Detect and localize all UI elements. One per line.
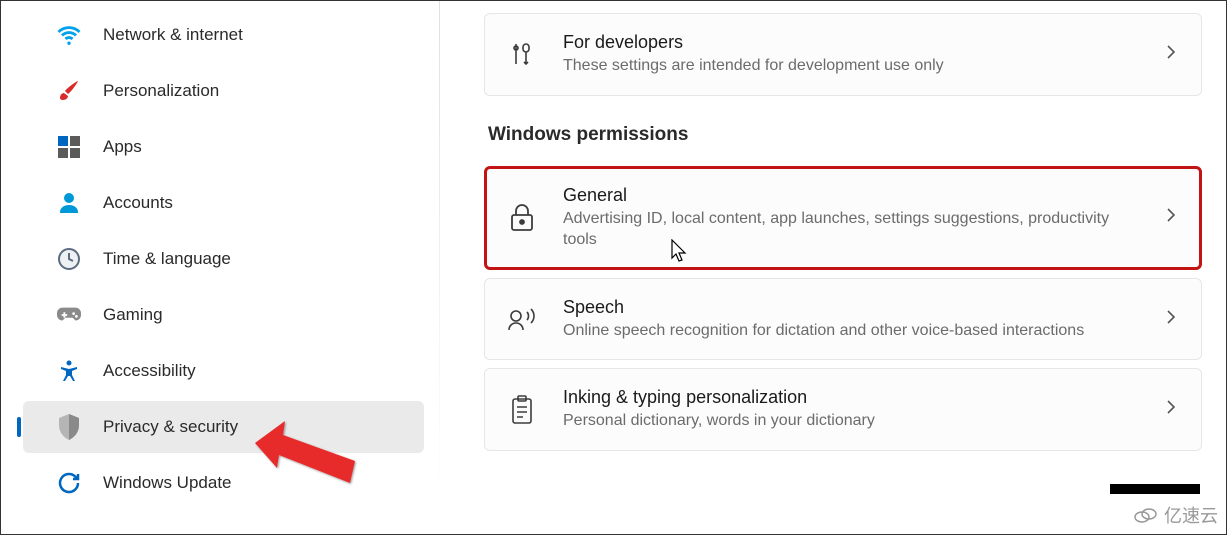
apps-icon xyxy=(57,135,81,159)
wifi-icon xyxy=(57,23,81,47)
sidebar-item-label: Gaming xyxy=(103,305,163,325)
watermark: 亿速云 xyxy=(1132,502,1218,528)
card-text: Speech Online speech recognition for dic… xyxy=(563,297,1137,342)
sidebar-item-apps[interactable]: Apps xyxy=(23,121,424,173)
card-desc: Online speech recognition for dictation … xyxy=(563,320,1137,342)
paintbrush-icon xyxy=(57,79,81,103)
sidebar-item-network[interactable]: Network & internet xyxy=(23,9,424,61)
accessibility-icon xyxy=(57,359,81,383)
sidebar-item-label: Privacy & security xyxy=(103,417,238,437)
section-header: Windows permissions xyxy=(488,124,1202,146)
watermark-bar xyxy=(1110,484,1200,494)
speech-icon xyxy=(507,304,537,334)
sidebar: Network & internet Personalization Apps … xyxy=(1,1,439,534)
sidebar-item-label: Time & language xyxy=(103,249,231,269)
lock-icon xyxy=(507,203,537,233)
tools-icon xyxy=(507,39,537,69)
card-for-developers[interactable]: For developers These settings are intend… xyxy=(484,13,1202,96)
card-text: General Advertising ID, local content, a… xyxy=(563,185,1137,251)
card-title: General xyxy=(563,185,1137,206)
card-desc: Personal dictionary, words in your dicti… xyxy=(563,410,1137,432)
card-title: For developers xyxy=(563,32,1137,53)
sidebar-item-accessibility[interactable]: Accessibility xyxy=(23,345,424,397)
clipboard-icon xyxy=(507,395,537,425)
card-text: Inking & typing personalization Personal… xyxy=(563,387,1137,432)
card-title: Inking & typing personalization xyxy=(563,387,1137,408)
chevron-right-icon xyxy=(1163,399,1179,420)
sidebar-item-label: Accounts xyxy=(103,193,173,213)
sidebar-item-personalization[interactable]: Personalization xyxy=(23,65,424,117)
sidebar-item-label: Accessibility xyxy=(103,361,196,381)
sidebar-item-privacy-security[interactable]: Privacy & security xyxy=(23,401,424,453)
chevron-right-icon xyxy=(1163,309,1179,330)
chevron-right-icon xyxy=(1163,44,1179,65)
card-general[interactable]: General Advertising ID, local content, a… xyxy=(484,166,1202,270)
card-inking-typing[interactable]: Inking & typing personalization Personal… xyxy=(484,368,1202,451)
sidebar-item-time-language[interactable]: Time & language xyxy=(23,233,424,285)
card-title: Speech xyxy=(563,297,1137,318)
watermark-text: 亿速云 xyxy=(1164,502,1218,528)
sidebar-item-label: Apps xyxy=(103,137,142,157)
update-icon xyxy=(57,471,81,495)
sidebar-item-label: Network & internet xyxy=(103,25,243,45)
shield-icon xyxy=(57,415,81,439)
card-desc: These settings are intended for developm… xyxy=(563,55,1137,77)
sidebar-item-gaming[interactable]: Gaming xyxy=(23,289,424,341)
card-speech[interactable]: Speech Online speech recognition for dic… xyxy=(484,278,1202,361)
card-desc: Advertising ID, local content, app launc… xyxy=(563,208,1137,251)
sidebar-item-windows-update[interactable]: Windows Update xyxy=(23,457,424,509)
account-icon xyxy=(57,191,81,215)
sidebar-item-label: Personalization xyxy=(103,81,219,101)
sidebar-item-accounts[interactable]: Accounts xyxy=(23,177,424,229)
chevron-right-icon xyxy=(1163,207,1179,228)
clock-icon xyxy=(57,247,81,271)
main-content: For developers These settings are intend… xyxy=(440,1,1226,534)
gamepad-icon xyxy=(57,303,81,327)
card-text: For developers These settings are intend… xyxy=(563,32,1137,77)
sidebar-item-label: Windows Update xyxy=(103,473,232,493)
